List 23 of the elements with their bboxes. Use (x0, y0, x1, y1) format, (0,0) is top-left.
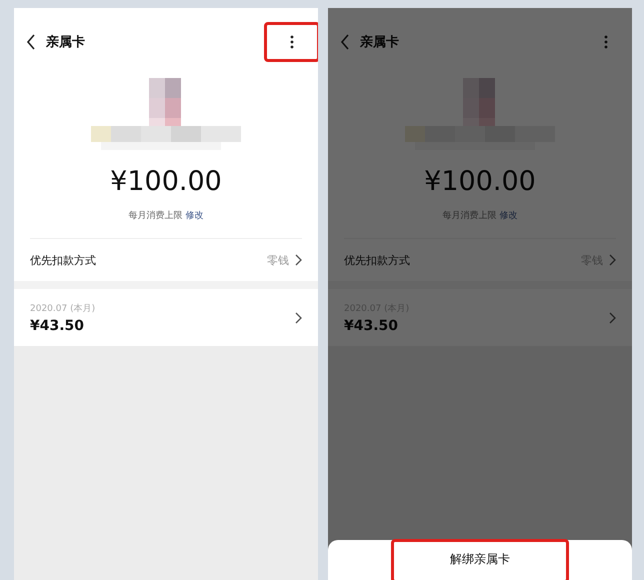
chevron-icon[interactable] (295, 312, 302, 324)
bill-amount: ¥43.50 (30, 318, 86, 334)
more-button[interactable] (264, 22, 318, 62)
bill-amount: ¥43.50 (344, 318, 400, 334)
chevron-icon[interactable] (295, 254, 302, 266)
page-title: 亲属卡 (360, 34, 400, 51)
payment-method-label: 优先扣款方式 (344, 252, 411, 268)
limit-label: 每月消费上限 (442, 210, 496, 222)
more-icon (604, 35, 608, 49)
edit-link[interactable]: 修改 (500, 209, 518, 222)
edit-link[interactable]: 修改 (186, 209, 204, 222)
chevron-icon[interactable] (609, 254, 616, 266)
more-icon (290, 35, 294, 49)
back-icon[interactable] (26, 34, 36, 50)
bill-month: 2020.07 (本月) (30, 302, 96, 314)
unbind-button[interactable]: 解绑亲属卡 (391, 539, 569, 580)
limit-amount: ¥100.00 (424, 166, 536, 197)
payment-method-value[interactable]: 零钱 (267, 252, 289, 268)
page-title: 亲属卡 (46, 34, 86, 51)
chevron-icon[interactable] (609, 312, 616, 324)
limit-label: 每月消费上限 (128, 210, 182, 222)
limit-amount: ¥100.00 (110, 166, 222, 197)
payment-method-label: 优先扣款方式 (30, 252, 97, 268)
